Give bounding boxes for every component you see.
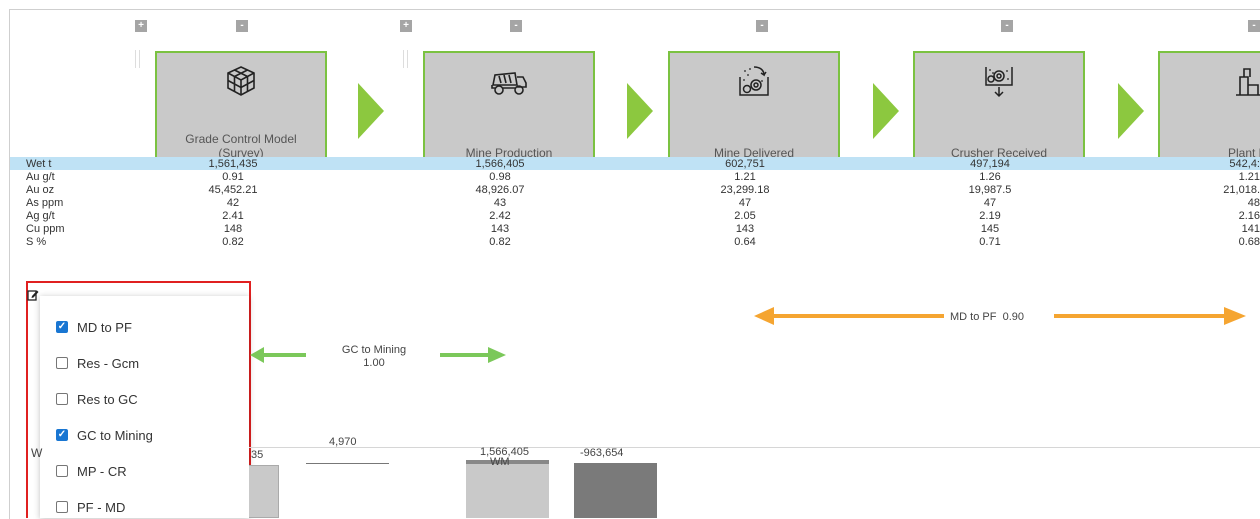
- menu-item-md-to-pf[interactable]: MD to PF: [56, 318, 132, 336]
- waterfall-bar-first[interactable]: [249, 465, 279, 518]
- menu-item-gc-to-mining[interactable]: GC to Mining: [56, 426, 153, 444]
- menu-item-res-gcm[interactable]: Res - Gcm: [56, 354, 139, 372]
- collapse-button[interactable]: -: [1248, 20, 1260, 32]
- collapse-button[interactable]: -: [510, 20, 522, 32]
- table-cell: 23,299.18: [720, 184, 770, 196]
- table-cell: 47: [738, 197, 752, 209]
- waterfall-bar-neg[interactable]: [574, 463, 657, 518]
- table-cell: 19,987.5: [968, 184, 1012, 196]
- checkbox[interactable]: [56, 321, 68, 333]
- table-cell: 145: [980, 223, 1000, 235]
- stage-plant-feed[interactable]: Plant F: [1158, 51, 1260, 168]
- table-cell: 48: [1247, 197, 1260, 209]
- table-cell: 43: [493, 197, 507, 209]
- waterfall-axis-label: W: [31, 446, 43, 460]
- table-cell: 0.98: [489, 171, 511, 183]
- checkbox[interactable]: [56, 501, 68, 513]
- table-cell: 141: [1241, 223, 1260, 235]
- collapse-button[interactable]: -: [236, 20, 248, 32]
- table-cell: 1,566,405: [475, 158, 525, 170]
- waterfall-bar-wm[interactable]: [466, 460, 549, 518]
- flow-arrow: [358, 83, 384, 139]
- collapse-button[interactable]: -: [756, 20, 768, 32]
- table-cell: 0.82: [222, 236, 244, 248]
- menu-item-mp-cr[interactable]: MP - CR: [56, 462, 127, 480]
- metric-label: Au g/t: [26, 171, 55, 183]
- crusher-icon: [985, 67, 1013, 98]
- table-cell: 602,751: [725, 158, 765, 170]
- menu-item-pf-md[interactable]: PF - MD: [56, 498, 125, 516]
- cube-icon: [227, 66, 255, 96]
- table-cell: 1,561,435: [208, 158, 258, 170]
- metric-label: Au oz: [26, 184, 55, 196]
- waterfall-value-first: 35: [251, 449, 264, 461]
- gc-to-mining-arrow-right: [440, 347, 506, 363]
- table-cell: 47: [983, 197, 997, 209]
- waterfall-value-delta: 4,970: [329, 436, 357, 448]
- stage-grade-control-model[interactable]: Grade Control Model (Survey): [155, 51, 327, 168]
- menu-item-res-to-gc[interactable]: Res to GC: [56, 390, 138, 408]
- expand-button[interactable]: +: [400, 20, 412, 32]
- table-cell: 0.71: [979, 236, 1001, 248]
- table-cell: 2.41: [222, 210, 244, 222]
- dump-truck-icon: [491, 72, 527, 95]
- table-cell: 1.21: [734, 171, 756, 183]
- gc-to-mining-arrow-left: [250, 347, 306, 363]
- waterfall-delta-line: [306, 463, 389, 464]
- table-cell: 143: [490, 223, 510, 235]
- table-cell: 2.19: [979, 210, 1001, 222]
- checkbox[interactable]: [56, 429, 68, 441]
- waterfall-value-neg: -963,654: [580, 447, 624, 459]
- flow-arrow: [873, 83, 899, 139]
- table-cell: 497,194: [970, 158, 1010, 170]
- drag-handle[interactable]: [403, 50, 408, 68]
- md-to-pf-arrow-right: [1054, 307, 1246, 325]
- table-cell: 2.42: [489, 210, 511, 222]
- table-cell: 2.16: [1238, 210, 1260, 222]
- table-cell: 45,452.21: [208, 184, 258, 196]
- table-cell: 2.05: [734, 210, 756, 222]
- metric-label: As ppm: [26, 197, 64, 209]
- flow-arrow: [1118, 83, 1144, 139]
- checkbox[interactable]: [56, 465, 68, 477]
- comparison-menu: MD to PF Res - Gcm Res to GC GC to Minin…: [40, 296, 249, 518]
- metric-label: S %: [26, 236, 47, 248]
- metric-label: Cu ppm: [26, 223, 65, 235]
- collapse-button[interactable]: -: [1001, 20, 1013, 32]
- drag-handle[interactable]: [135, 50, 140, 68]
- stage-crusher-received[interactable]: Crusher Received: [913, 51, 1085, 168]
- stage-mine-production[interactable]: Mine Production: [423, 51, 595, 168]
- table-cell: 1.21: [1238, 171, 1260, 183]
- table-cell: 42: [226, 197, 240, 209]
- ore-gears-icon: [739, 66, 769, 96]
- plant-icon: [1236, 68, 1260, 96]
- metric-label: Wet t: [26, 158, 52, 170]
- edit-icon[interactable]: [27, 289, 39, 301]
- table-cell: 143: [735, 223, 755, 235]
- gc-to-mining-label: GC to Mining 1.00: [341, 344, 407, 369]
- table-cell: 0.64: [734, 236, 756, 248]
- waterfall-gridline: [249, 447, 1260, 448]
- table-cell: 0.82: [489, 236, 511, 248]
- table-cell: 48,926.07: [475, 184, 525, 196]
- flow-arrow: [627, 83, 653, 139]
- checkbox[interactable]: [56, 393, 68, 405]
- checkbox[interactable]: [56, 357, 68, 369]
- md-to-pf-label: MD to PF 0.90: [950, 311, 1024, 323]
- stage-label: Grade Control Model (Survey): [185, 132, 297, 160]
- waterfall-tag-wm: WM: [490, 456, 510, 468]
- table-cell: 21,018.: [1223, 184, 1260, 196]
- stage-mine-delivered[interactable]: Mine Delivered: [668, 51, 840, 168]
- table-cell: 148: [223, 223, 243, 235]
- expand-button[interactable]: +: [135, 20, 147, 32]
- table-cell: 0.68: [1238, 236, 1260, 248]
- metric-label: Ag g/t: [26, 210, 55, 222]
- table-cell: 542,4:: [1229, 158, 1260, 170]
- table-cell: 0.91: [222, 171, 244, 183]
- md-to-pf-arrow-left: [754, 307, 944, 325]
- table-cell: 1.26: [979, 171, 1001, 183]
